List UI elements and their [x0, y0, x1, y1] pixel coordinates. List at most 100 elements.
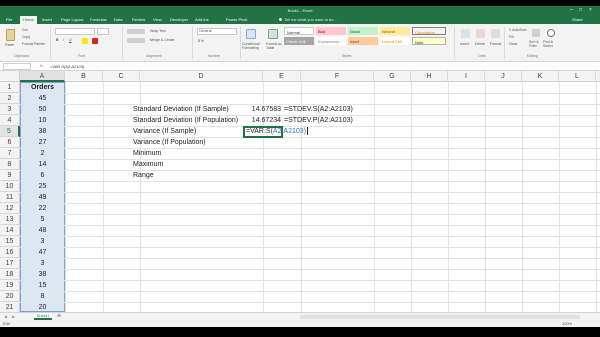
stat-label[interactable]: Minimum	[133, 148, 161, 159]
order-cell[interactable]: 49	[20, 192, 65, 203]
tab-file[interactable]: File	[6, 17, 12, 22]
stat-label[interactable]: Range	[133, 170, 154, 181]
formula-stdev-population[interactable]: =STDEV.P(A2:A2103)	[284, 115, 353, 126]
find-select-button[interactable]: Find & Select	[543, 40, 559, 48]
order-cell[interactable]: 5	[20, 214, 65, 225]
tab-formulas[interactable]: Formulas	[90, 17, 107, 22]
paste-icon[interactable]	[6, 29, 15, 41]
tab-review[interactable]: Review	[132, 17, 145, 22]
share-button[interactable]: Share	[572, 17, 583, 22]
align-top-icon[interactable]	[127, 29, 145, 34]
order-cell[interactable]: 14	[20, 159, 65, 170]
sort-filter-icon[interactable]	[532, 29, 540, 37]
select-all-corner[interactable]	[0, 71, 20, 82]
row-header-15[interactable]: 15	[0, 236, 20, 247]
name-box[interactable]	[3, 63, 31, 70]
horizontal-scrollbar[interactable]	[300, 315, 580, 319]
style-normal[interactable]: Normal	[284, 27, 314, 35]
row-header-10[interactable]: 10	[0, 181, 20, 192]
delete-cells-icon[interactable]	[476, 29, 485, 38]
order-cell[interactable]: 27	[20, 137, 65, 148]
tab-data[interactable]: Data	[114, 17, 122, 22]
column-header-k[interactable]: K	[522, 71, 559, 82]
conditional-formatting-icon[interactable]	[246, 29, 256, 39]
row-header-9[interactable]: 9	[0, 170, 20, 181]
format-painter-button[interactable]: Format Painter	[22, 42, 45, 46]
fill-button[interactable]: Fill	[509, 35, 513, 39]
align-left-icon[interactable]	[127, 38, 145, 43]
row-header-1[interactable]: 1	[0, 82, 20, 93]
font-name-dropdown[interactable]	[55, 28, 95, 35]
worksheet-grid[interactable]: ABCDEFGHIJKLM 12345678910111213141516171…	[0, 71, 600, 312]
tab-page-layout[interactable]: Page Layout	[61, 17, 83, 22]
row-header-4[interactable]: 4	[0, 115, 20, 126]
order-cell[interactable]: 15	[20, 280, 65, 291]
header-orders[interactable]: Orders	[20, 82, 65, 93]
clear-button[interactable]: Clear	[509, 42, 517, 46]
insert-cells-icon[interactable]	[461, 29, 470, 38]
row-header-11[interactable]: 11	[0, 192, 20, 203]
tab-home[interactable]: Home	[20, 16, 37, 24]
column-header-j[interactable]: J	[485, 71, 522, 82]
delete-button[interactable]: Delete	[475, 42, 485, 46]
order-cell[interactable]: 20	[20, 302, 65, 312]
minimize-icon[interactable]: –	[570, 7, 573, 13]
value-stdev-sample[interactable]: 14.67583	[247, 104, 281, 115]
column-header-f[interactable]: F	[301, 71, 374, 82]
close-icon[interactable]: ×	[589, 7, 592, 13]
tab-power-pivot[interactable]: Power Pivot	[226, 17, 247, 22]
maximize-icon[interactable]: □	[579, 7, 582, 13]
find-select-icon[interactable]	[547, 29, 555, 37]
fx-icon[interactable]: fx	[40, 63, 43, 68]
order-cell[interactable]: 10	[20, 115, 65, 126]
style-good[interactable]: Good	[348, 27, 378, 35]
order-cell[interactable]: 38	[20, 269, 65, 280]
format-as-table-icon[interactable]	[268, 29, 278, 39]
column-header-g[interactable]: G	[374, 71, 411, 82]
order-cell[interactable]: 8	[20, 291, 65, 302]
row-header-8[interactable]: 8	[0, 159, 20, 170]
formula-input[interactable]: =VAR.S(A2:A2103)	[50, 63, 595, 70]
stat-label[interactable]: Standard Deviation (If Population)	[133, 115, 238, 126]
cut-button[interactable]: Cut	[22, 28, 27, 32]
column-header-h[interactable]: H	[411, 71, 448, 82]
order-cell[interactable]: 50	[20, 104, 65, 115]
value-stdev-population[interactable]: 14.67234	[247, 115, 281, 126]
row-header-19[interactable]: 19	[0, 280, 20, 291]
row-header-13[interactable]: 13	[0, 214, 20, 225]
order-cell[interactable]: 45	[20, 93, 65, 104]
order-cell[interactable]: 3	[20, 258, 65, 269]
row-header-16[interactable]: 16	[0, 247, 20, 258]
style-input[interactable]: Input	[348, 37, 378, 45]
font-size-dropdown[interactable]	[97, 28, 109, 35]
order-cell[interactable]: 38	[20, 126, 65, 137]
order-cell[interactable]: 47	[20, 247, 65, 258]
merge-center-button[interactable]: Merge & Center	[150, 38, 175, 42]
column-header-b[interactable]: B	[65, 71, 103, 82]
column-header-e[interactable]: E	[263, 71, 301, 82]
tab-developer[interactable]: Developer	[170, 17, 188, 22]
next-sheet-icon[interactable]: ▶	[12, 314, 15, 319]
zoom-level[interactable]: 100%	[562, 321, 572, 326]
stat-label[interactable]: Maximum	[133, 159, 163, 170]
row-header-7[interactable]: 7	[0, 148, 20, 159]
bold-button[interactable]: B	[56, 38, 59, 42]
stat-label[interactable]: Variance (If Sample)	[133, 126, 196, 137]
wrap-text-button[interactable]: Wrap Text	[150, 29, 166, 33]
stat-label[interactable]: Standard Deviation (If Sample)	[133, 104, 229, 115]
style-calculation[interactable]: Calculation	[412, 27, 446, 35]
order-cell[interactable]: 22	[20, 203, 65, 214]
format-cells-icon[interactable]	[491, 29, 500, 38]
tab-add-ins[interactable]: Add-ins	[195, 17, 209, 22]
style-check-cell[interactable]: Check Cell	[284, 37, 314, 45]
column-header-c[interactable]: C	[103, 71, 140, 82]
sheet-tab-sheet1[interactable]: Sheet1	[34, 313, 52, 320]
row-header-6[interactable]: 6	[0, 137, 20, 148]
row-header-3[interactable]: 3	[0, 104, 20, 115]
prev-sheet-icon[interactable]: ◀	[4, 314, 7, 319]
accounting-button[interactable]: $ %	[198, 39, 204, 43]
row-header-12[interactable]: 12	[0, 203, 20, 214]
row-header-20[interactable]: 20	[0, 291, 20, 302]
row-header-14[interactable]: 14	[0, 225, 20, 236]
column-header-d[interactable]: D	[140, 71, 263, 82]
